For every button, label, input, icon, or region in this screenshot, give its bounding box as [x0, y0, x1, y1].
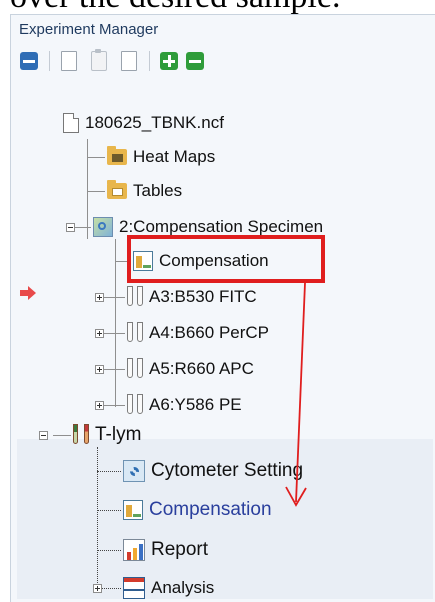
annotation-arrow [285, 282, 307, 507]
